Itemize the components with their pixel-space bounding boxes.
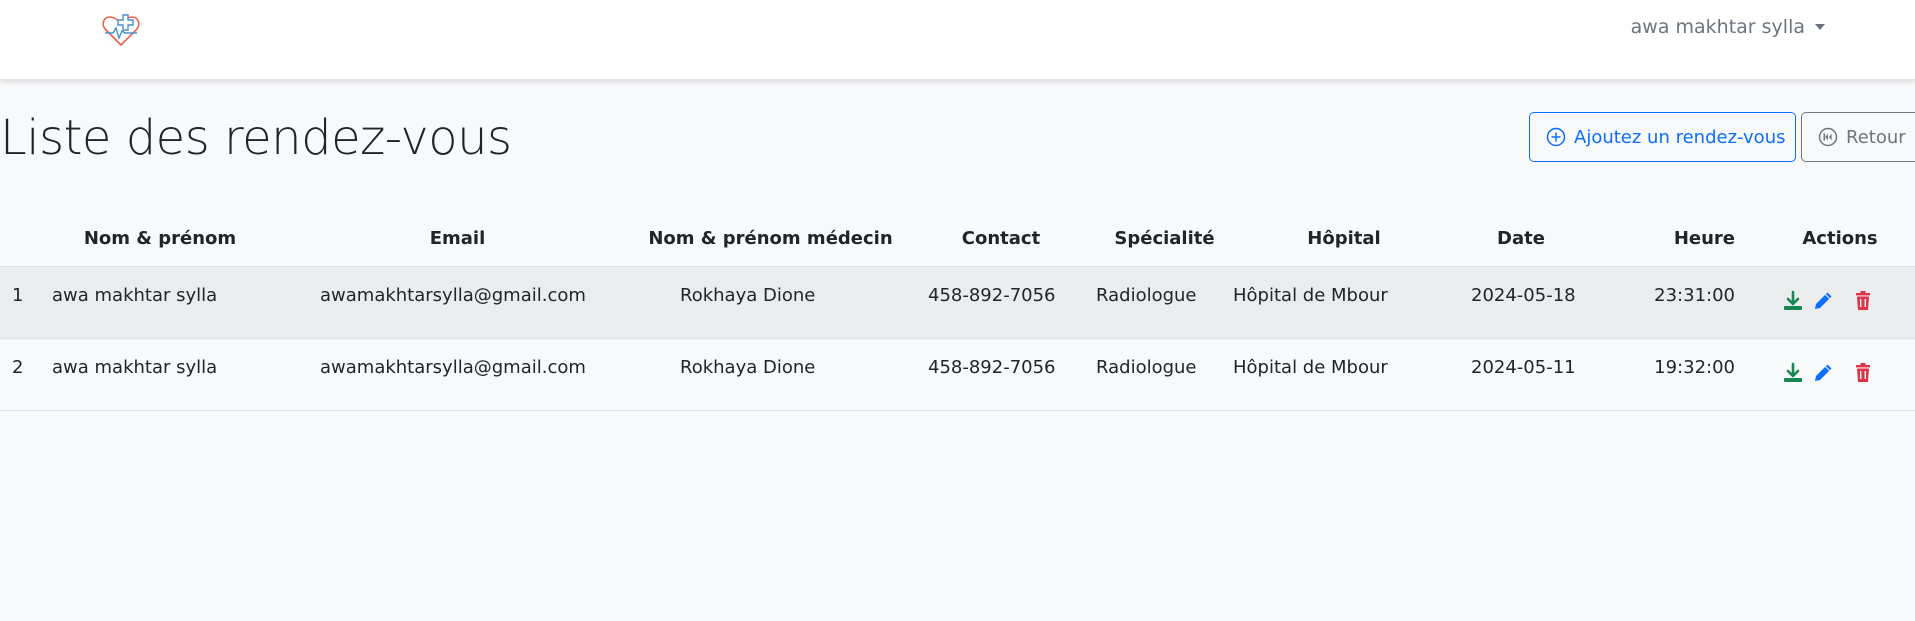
patient-email: awamakhtarsylla@gmail.com	[280, 266, 635, 339]
patient-name: awa makhtar sylla	[40, 338, 280, 411]
plus-circle-icon	[1546, 127, 1566, 147]
column-header-email: Email	[280, 212, 635, 267]
column-header-time: Heure	[1587, 212, 1765, 267]
row-number: 1	[0, 266, 40, 339]
back-button[interactable]: Retour	[1801, 112, 1915, 162]
heart-pulse-logo-icon[interactable]	[100, 12, 142, 48]
column-header-date: Date	[1455, 212, 1587, 267]
column-header-number	[0, 212, 40, 267]
row-number: 2	[0, 338, 40, 411]
hospital: Hôpital de Mbour	[1233, 266, 1455, 339]
column-header-actions: Actions	[1765, 212, 1915, 267]
column-header-contact: Contact	[906, 212, 1096, 267]
column-header-doctor: Nom & prénom médecin	[635, 212, 906, 267]
appointment-time: 23:31:00	[1587, 266, 1765, 339]
user-menu-dropdown[interactable]: awa makhtar sylla	[1631, 16, 1825, 38]
add-appointment-button[interactable]: Ajoutez un rendez-vous	[1529, 112, 1796, 162]
edit-pencil-icon[interactable]	[1811, 361, 1835, 385]
skip-backward-circle-icon	[1818, 127, 1838, 147]
trash-icon[interactable]	[1851, 361, 1875, 385]
edit-pencil-icon[interactable]	[1811, 289, 1835, 313]
user-name: awa makhtar sylla	[1630, 16, 1805, 38]
contact: 458-892-7056	[906, 266, 1096, 339]
patient-name: awa makhtar sylla	[40, 266, 280, 339]
row-actions	[1765, 338, 1915, 411]
table-header-row: Nom & prénom Email Nom & prénom médecin …	[0, 212, 1915, 267]
column-header-name: Nom & prénom	[40, 212, 280, 267]
download-icon[interactable]	[1781, 289, 1805, 313]
column-header-hospital: Hôpital	[1233, 212, 1455, 267]
caret-down-icon	[1815, 24, 1825, 30]
appointment-date: 2024-05-18	[1455, 266, 1587, 339]
hospital: Hôpital de Mbour	[1233, 338, 1455, 411]
column-header-specialty: Spécialité	[1096, 212, 1233, 267]
trash-icon[interactable]	[1851, 289, 1875, 313]
table-row: 2 awa makhtar sylla awamakhtarsylla@gmai…	[0, 338, 1915, 411]
doctor-name: Rokhaya Dione	[635, 266, 906, 339]
add-appointment-label: Ajoutez un rendez-vous	[1574, 126, 1786, 148]
page-title: Liste des rendez-vous	[0, 110, 512, 166]
appointments-table: Nom & prénom Email Nom & prénom médecin …	[0, 212, 1915, 411]
top-navbar: awa makhtar sylla	[0, 0, 1915, 80]
download-icon[interactable]	[1781, 361, 1805, 385]
back-label: Retour	[1846, 126, 1906, 148]
patient-email: awamakhtarsylla@gmail.com	[280, 338, 635, 411]
row-actions	[1765, 266, 1915, 339]
specialty: Radiologue	[1096, 338, 1233, 411]
specialty: Radiologue	[1096, 266, 1233, 339]
contact: 458-892-7056	[906, 338, 1096, 411]
table-row: 1 awa makhtar sylla awamakhtarsylla@gmai…	[0, 266, 1915, 339]
doctor-name: Rokhaya Dione	[635, 338, 906, 411]
appointment-time: 19:32:00	[1587, 338, 1765, 411]
appointment-date: 2024-05-11	[1455, 338, 1587, 411]
